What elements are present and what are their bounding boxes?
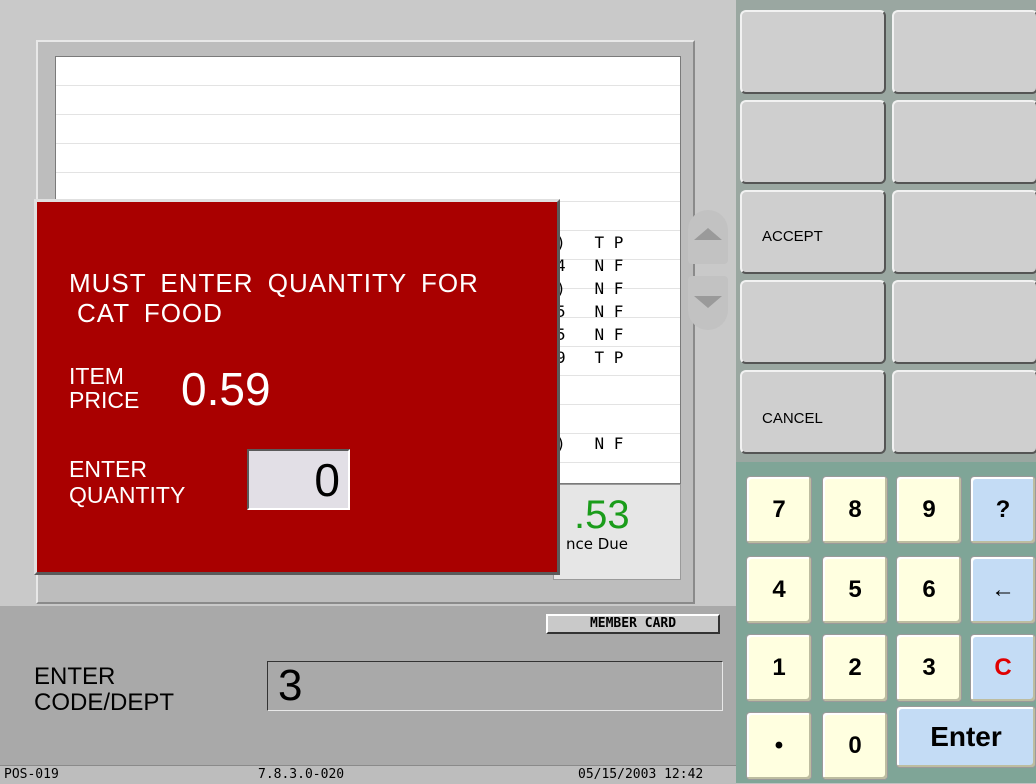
receipt-row[interactable]: 9 T P — [556, 348, 676, 368]
status-bar: POS-019 7.8.3.0-020 05/15/2003 12:42 — [0, 765, 736, 784]
key-0[interactable]: 0 — [822, 712, 888, 780]
software-version: 7.8.3.0-020 — [258, 767, 345, 782]
quantity-dialog: MUST ENTER QUANTITY FOR CAT FOOD ITEM PR… — [34, 199, 560, 575]
arrow-down-icon — [694, 296, 722, 308]
terminal-id: POS-019 — [4, 767, 59, 782]
key-2[interactable]: 2 — [822, 634, 888, 702]
function-key-10[interactable] — [892, 370, 1036, 454]
receipt-row[interactable]: ) T P — [556, 233, 676, 253]
quantity-label: ENTER QUANTITY — [69, 456, 186, 508]
function-key-7[interactable] — [740, 280, 886, 364]
cancel-button[interactable]: CANCEL — [740, 370, 886, 454]
scroll-up-button[interactable] — [688, 210, 728, 264]
key-1[interactable]: 1 — [746, 634, 812, 702]
function-key-1[interactable] — [740, 10, 886, 94]
code-dept-input[interactable]: 3 — [267, 661, 723, 711]
clear-button[interactable]: C — [970, 634, 1036, 702]
dialog-item-name: CAT FOOD — [77, 298, 223, 328]
item-price-label: ITEM PRICE — [69, 363, 140, 413]
key-3[interactable]: 3 — [896, 634, 962, 702]
receipt-row[interactable]: ) N F — [556, 434, 676, 454]
key-9[interactable]: 9 — [896, 476, 962, 544]
receipt-row[interactable]: 4 N F — [556, 256, 676, 276]
arrow-up-icon — [694, 228, 722, 240]
function-key-2[interactable] — [892, 10, 1036, 94]
key-decimal[interactable]: • — [746, 712, 812, 780]
backspace-button[interactable]: ← — [970, 556, 1036, 624]
key-5[interactable]: 5 — [822, 556, 888, 624]
balance-due-amount: .53 — [574, 493, 630, 537]
receipt-row[interactable]: 5 N F — [556, 302, 676, 322]
function-key-6[interactable] — [892, 190, 1036, 274]
function-key-8[interactable] — [892, 280, 1036, 364]
entry-area: MEMBER CARD ENTER CODE/DEPT 3 — [0, 606, 736, 765]
receipt-row[interactable]: ) N F — [556, 279, 676, 299]
scroll-down-button[interactable] — [688, 276, 728, 330]
dialog-message: MUST ENTER QUANTITY FOR — [69, 268, 479, 298]
right-panel: ACCEPT CANCEL 7 8 9 ? 4 5 6 ← 1 2 3 C • … — [736, 0, 1036, 783]
accept-button[interactable]: ACCEPT — [740, 190, 886, 274]
accept-label: ACCEPT — [762, 228, 823, 245]
key-7[interactable]: 7 — [746, 476, 812, 544]
balance-due-label: nce Due — [566, 535, 629, 553]
entry-label: ENTER CODE/DEPT — [34, 663, 175, 716]
function-keys: ACCEPT CANCEL — [736, 0, 1036, 462]
key-4[interactable]: 4 — [746, 556, 812, 624]
key-8[interactable]: 8 — [822, 476, 888, 544]
key-6[interactable]: 6 — [896, 556, 962, 624]
date-time: 05/15/2003 12:42 — [578, 767, 704, 782]
numeric-keypad: 7 8 9 ? 4 5 6 ← 1 2 3 C • 0 Enter — [736, 466, 1036, 783]
receipt-row[interactable]: 5 N F — [556, 325, 676, 345]
cancel-label: CANCEL — [762, 410, 823, 427]
function-key-4[interactable] — [892, 100, 1036, 184]
enter-button[interactable]: Enter — [896, 706, 1036, 768]
member-card-button[interactable]: MEMBER CARD — [546, 614, 720, 634]
help-button[interactable]: ? — [970, 476, 1036, 544]
balance-due-box: .53 nce Due — [553, 484, 681, 580]
quantity-input[interactable]: 0 — [247, 449, 350, 510]
item-price-value: 0.59 — [181, 363, 271, 415]
function-key-3[interactable] — [740, 100, 886, 184]
